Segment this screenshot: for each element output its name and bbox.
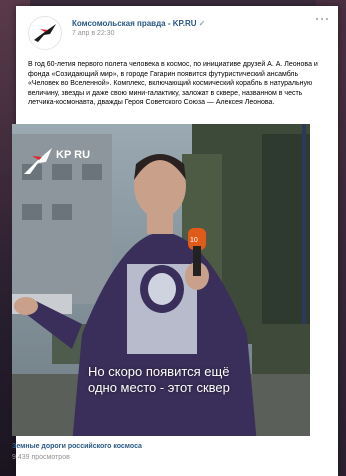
author-name-text[interactable]: Комсомольская правда - KP.RU xyxy=(72,19,197,28)
post-text: В год 60-летия первого полета человека в… xyxy=(28,61,318,107)
video-player[interactable]: 10 KP RU Но скоро появится ещё одно мест… xyxy=(12,124,310,436)
video-views: 9 439 просмотров xyxy=(12,454,70,461)
post-header: Комсомольская правда - KP.RU ✓ 7 апр в 22… xyxy=(28,16,328,56)
post-date[interactable]: 7 апр в 22:30 xyxy=(72,29,205,39)
video-title[interactable]: Земные дороги российского космоса xyxy=(12,442,142,452)
kp-bird-logo-icon xyxy=(34,24,56,42)
caption-line-1: Но скоро появится ещё xyxy=(88,364,230,379)
verified-icon: ✓ xyxy=(198,19,206,28)
watermark-text: KP RU xyxy=(56,149,91,161)
author-avatar[interactable] xyxy=(28,16,62,50)
more-dots-icon[interactable] xyxy=(316,16,328,22)
author-name[interactable]: Комсомольская правда - KP.RU ✓ xyxy=(72,18,205,29)
svg-text:10: 10 xyxy=(190,237,198,244)
caption-line-2: одно место - этот сквер xyxy=(88,380,230,395)
video-caption: Но скоро появится ещё одно место - этот … xyxy=(88,364,298,396)
